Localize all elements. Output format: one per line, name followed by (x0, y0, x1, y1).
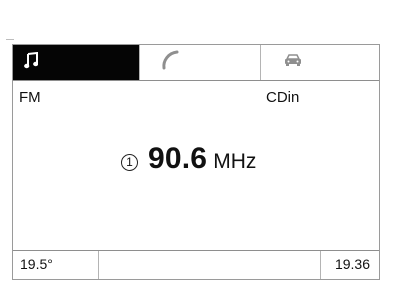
frequency-display: 1 90.6 MHz (121, 142, 256, 176)
phone-handset-icon (160, 50, 180, 75)
music-note-icon (24, 51, 39, 74)
preset-number-badge: 1 (121, 153, 138, 171)
source-label-fm: FM (19, 89, 41, 106)
source-label-cdin[interactable]: CDin (266, 89, 299, 107)
tab-audio[interactable] (13, 45, 140, 80)
temperature-readout: 19.5° (13, 251, 99, 279)
corner-mark (6, 39, 14, 40)
clock-readout: 19.36 (334, 256, 370, 272)
car-icon (283, 53, 303, 72)
frequency-unit: MHz (213, 150, 257, 173)
status-middle-cell (99, 251, 321, 279)
status-bar: 19.5° 19.36 (13, 250, 379, 279)
tab-phone[interactable] (140, 45, 261, 80)
tab-navigation[interactable] (261, 45, 379, 80)
frequency-value: 90.6 (148, 142, 208, 175)
audio-screen: FM CDin 1 90.6 MHz 19.5° 19.36 (12, 44, 380, 280)
tab-bar (13, 45, 379, 81)
